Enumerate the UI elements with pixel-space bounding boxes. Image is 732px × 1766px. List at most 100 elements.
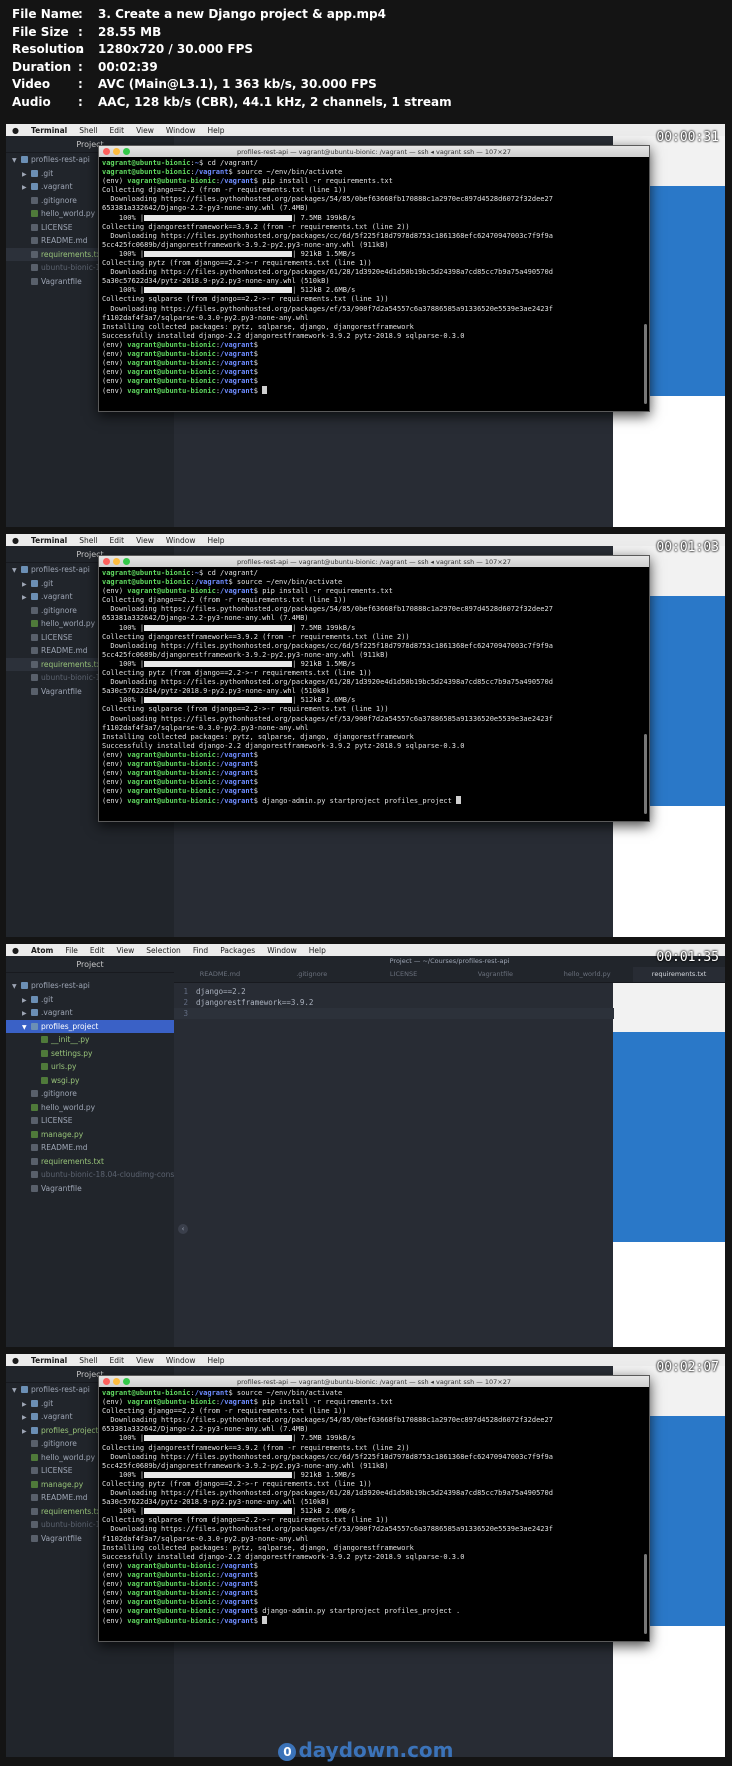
menu-shell[interactable]: Shell [79,126,97,135]
folder-icon [31,183,38,190]
tree-item[interactable]: LICENSE [6,1114,174,1128]
menu-selection[interactable]: Selection [146,946,181,955]
menu-view[interactable]: View [136,1356,154,1365]
progress-bar [144,660,293,667]
tab-gitignore[interactable]: .gitignore [266,967,358,982]
menu-help[interactable]: Help [309,946,326,955]
chevron-right-icon: ▶ [22,1010,27,1017]
menu-view[interactable]: View [136,126,154,135]
menu-edit[interactable]: Edit [110,126,125,135]
tree-item[interactable]: __init__.py [6,1033,174,1047]
terminal-window[interactable]: profiles-rest-api — vagrant@ubuntu-bioni… [98,145,650,412]
scrollbar[interactable] [644,1554,647,1634]
menu-help[interactable]: Help [207,126,224,135]
text-cursor [456,796,462,805]
menu-terminal[interactable]: Terminal [31,536,67,545]
tree-item[interactable]: requirements.txt [6,1155,174,1169]
folder-icon [21,1386,28,1393]
code-line: 2 djangorestframework==3.9.2 [183,998,314,1007]
file-icon [31,1184,38,1192]
folder-icon [31,1426,38,1434]
file-icon [31,1521,38,1528]
progress-bar [144,287,293,294]
minimize-button[interactable] [113,1378,120,1385]
project-tab[interactable]: Project [6,956,174,973]
tree-item[interactable]: ▶ .vagrant [6,1006,174,1020]
tree-item[interactable]: ubuntu-bionic-18.04-cloudimg-console.log [6,1168,174,1182]
menu-terminal[interactable]: Terminal [31,1356,67,1365]
folder-icon [31,1009,38,1016]
menu-terminal[interactable]: Terminal [31,126,67,135]
terminal-window[interactable]: profiles-rest-api — vagrant@ubuntu-bioni… [98,1375,650,1642]
menu-edit[interactable]: Edit [90,946,105,955]
menu-packages[interactable]: Packages [220,946,255,955]
apple-icon[interactable]: ● [12,126,19,135]
menu-help[interactable]: Help [207,1356,224,1365]
menu-file[interactable]: File [65,946,78,955]
apple-icon[interactable]: ● [12,946,19,955]
book-icon [31,1144,38,1151]
chevron-down-icon: ▼ [12,983,17,990]
menu-shell[interactable]: Shell [79,1356,97,1365]
tree-item[interactable]: wsgi.py [6,1074,174,1088]
chevron-down-icon: ▼ [22,1023,27,1031]
chevron-down-icon: ▼ [12,1387,17,1394]
terminal-window[interactable]: profiles-rest-api — vagrant@ubuntu-bioni… [98,555,650,822]
chevron-down-icon: ▼ [12,567,17,574]
maximize-button[interactable] [123,558,130,565]
tree-item[interactable]: manage.py [6,1128,174,1142]
video-frame-3: ● Atom File Edit View Selection Find Pac… [6,944,725,1347]
tree-item[interactable]: settings.py [6,1047,174,1061]
meta-row: Video: AVC (Main@L3.1), 1 363 kb/s, 30.00… [12,77,377,91]
tab-license[interactable]: LICENSE [358,967,450,982]
minimize-button[interactable] [113,558,120,565]
chevron-right-icon: ▶ [22,580,27,588]
menu-help[interactable]: Help [207,536,224,545]
maximize-button[interactable] [123,148,130,155]
collapse-panel-icon[interactable]: ‹ [178,1224,188,1234]
close-button[interactable] [103,558,110,565]
scrollbar[interactable] [644,734,647,814]
apple-icon[interactable]: ● [12,1356,19,1365]
menu-atom[interactable]: Atom [31,946,53,955]
menu-window[interactable]: Window [267,946,297,955]
tree-item[interactable]: Vagrantfile [6,1182,174,1196]
menu-edit[interactable]: Edit [110,536,125,545]
menu-edit[interactable]: Edit [110,1356,125,1365]
folder-icon [21,566,28,573]
scrollbar[interactable] [644,324,647,404]
file-icon [31,264,38,271]
tree-item[interactable]: ▼ profiles-rest-api [6,979,174,993]
terminal-output: vagrant@ubuntu-bionic:~$ cd /vagrant/ va… [102,159,553,396]
tree-item[interactable]: ▶ .git [6,993,174,1007]
menu-shell[interactable]: Shell [79,536,97,545]
tree-item[interactable]: urls.py [6,1060,174,1074]
apple-icon[interactable]: ● [12,536,19,545]
window-title: Project — ~/Courses/profiles-rest-api [174,956,725,967]
minimize-button[interactable] [113,148,120,155]
tree-item[interactable]: .gitignore [6,1087,174,1101]
menu-view[interactable]: View [116,946,134,955]
tab-vagrantfile[interactable]: Vagrantfile [449,967,541,982]
maximize-button[interactable] [123,1378,130,1385]
menu-view[interactable]: View [136,536,154,545]
tree-item-selected[interactable]: ▼ profiles_project [6,1019,174,1033]
tree-item[interactable]: README.md [6,1141,174,1155]
tab-readme[interactable]: README.md [174,967,266,982]
terminal-titlebar: profiles-rest-api — vagrant@ubuntu-bioni… [99,146,649,157]
file-icon [31,633,38,641]
menu-window[interactable]: Window [166,1356,196,1365]
tab-requirements[interactable]: requirements.txt [633,967,725,982]
tab-hello-world[interactable]: hello_world.py [541,967,633,982]
menu-window[interactable]: Window [166,126,196,135]
tree-item[interactable]: hello_world.py [6,1101,174,1115]
menu-find[interactable]: Find [193,946,208,955]
close-button[interactable] [103,1378,110,1385]
python-file-icon [41,1049,48,1057]
folder-icon [31,1399,38,1407]
code-editor[interactable]: 1 django==2.2 2 djangorestframework==3.9.2… [174,986,614,1019]
file-icon [31,1507,38,1515]
menu-window[interactable]: Window [166,536,196,545]
close-button[interactable] [103,148,110,155]
file-icon [31,277,38,285]
